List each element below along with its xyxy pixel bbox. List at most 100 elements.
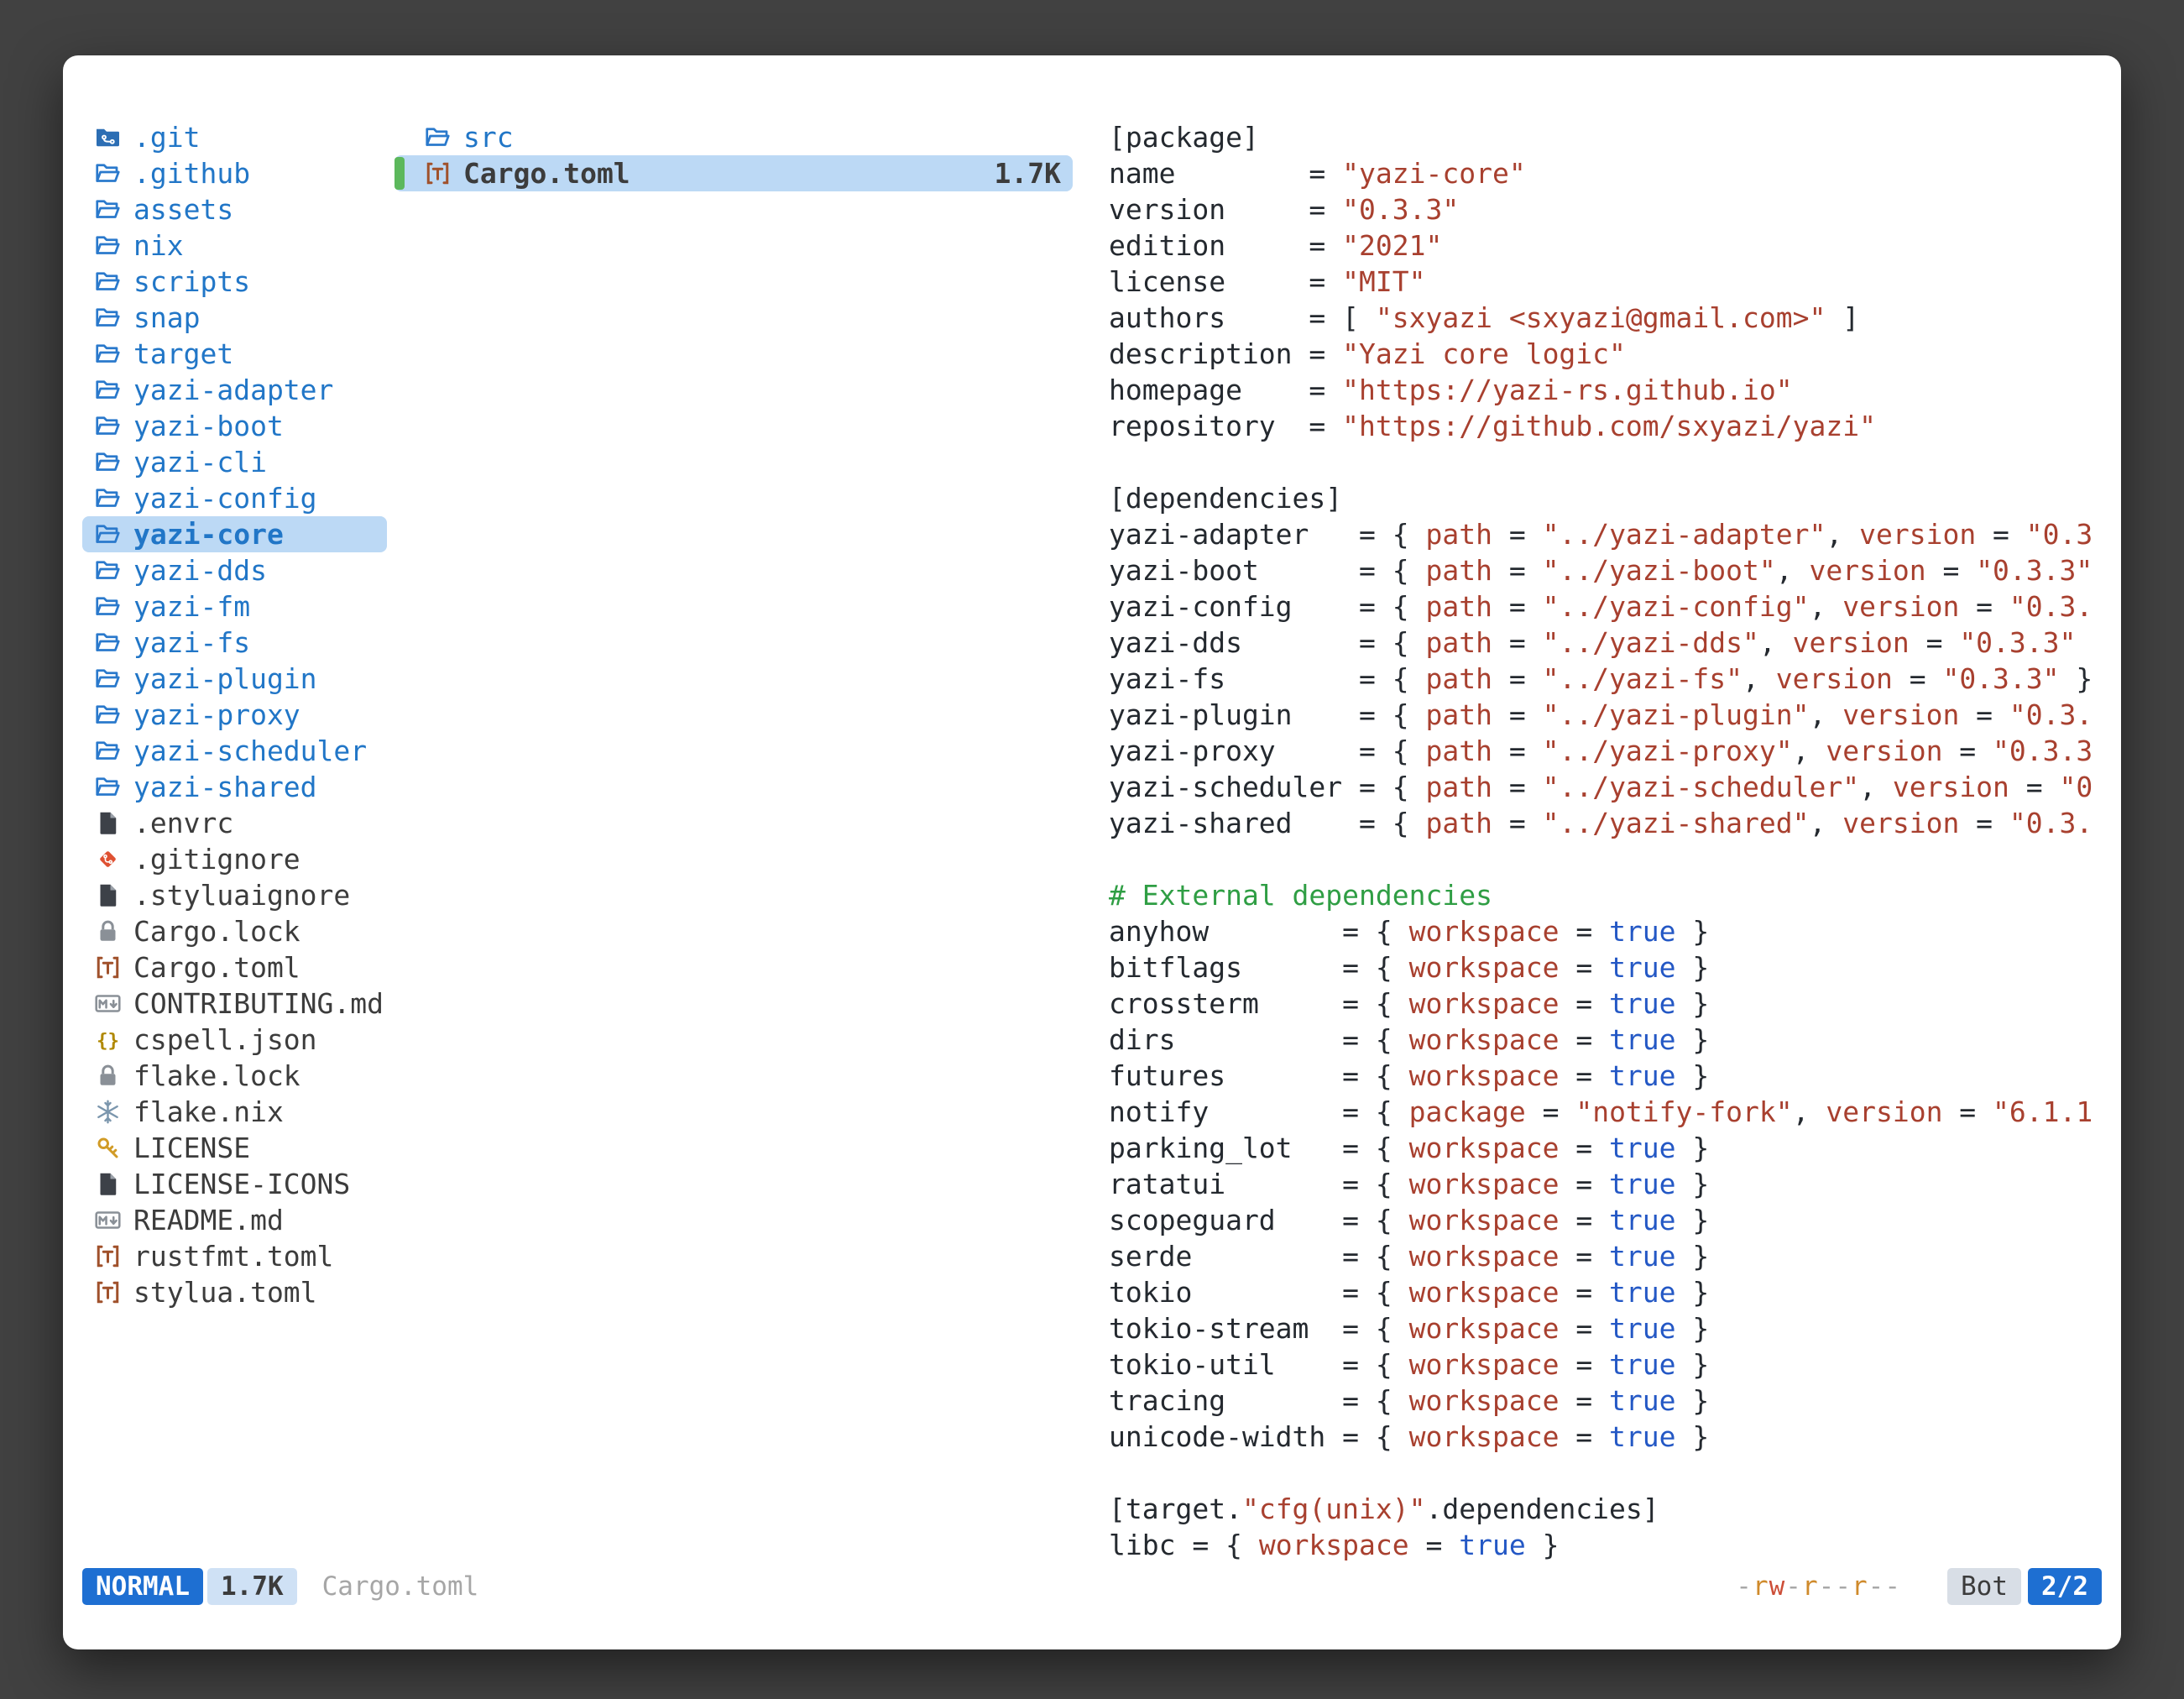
file-name: yazi-proxy: [133, 697, 300, 733]
file-size: 1.7K: [995, 155, 1073, 191]
preview-line: anyhow = { workspace = true }: [1109, 913, 2102, 949]
permissions-text: -rw-r--r--: [1736, 1567, 1901, 1606]
file-row-Cargo.toml[interactable]: Cargo.toml 1.7K: [394, 155, 1073, 191]
preview-line: yazi-plugin = { path = "../yazi-plugin",…: [1109, 697, 2102, 733]
file-name: yazi-shared: [133, 769, 317, 805]
file-name: yazi-core: [133, 516, 284, 552]
file-row-.github[interactable]: .github: [82, 155, 387, 191]
preview-line: [1109, 444, 2102, 480]
file-row-snap[interactable]: snap: [82, 300, 387, 336]
file-name: LICENSE: [133, 1130, 250, 1166]
file-row-yazi-fs[interactable]: yazi-fs: [82, 625, 387, 661]
toml-icon: [92, 953, 123, 983]
file-row-LICENSE-ICONS[interactable]: LICENSE-ICONS: [82, 1166, 387, 1202]
file-row-nix[interactable]: nix: [82, 227, 387, 264]
file-row-.envrc[interactable]: .envrc: [82, 805, 387, 841]
preview-line: yazi-adapter = { path = "../yazi-adapter…: [1109, 516, 2102, 552]
file-row-rustfmt.toml[interactable]: rustfmt.toml: [82, 1238, 387, 1274]
file-row-yazi-adapter[interactable]: yazi-adapter: [82, 372, 387, 408]
file-name: yazi-adapter: [133, 372, 333, 408]
file-row-yazi-config[interactable]: yazi-config: [82, 480, 387, 516]
folder-icon: [92, 267, 123, 297]
preview-line: [package]: [1109, 119, 2102, 155]
file-row-CONTRIBUTING.md[interactable]: CONTRIBUTING.md: [82, 985, 387, 1022]
file-icon: [92, 1169, 123, 1200]
file-row-yazi-plugin[interactable]: yazi-plugin: [82, 661, 387, 697]
file-row-src[interactable]: src: [394, 119, 1073, 155]
file-name: Cargo.lock: [133, 913, 300, 949]
file-row-README.md[interactable]: README.md: [82, 1202, 387, 1238]
preview-line: homepage = "https://yazi-rs.github.io": [1109, 372, 2102, 408]
file-name: Cargo.toml: [463, 155, 630, 191]
file-name: yazi-dds: [133, 552, 267, 588]
scroll-position-chip: Bot: [1947, 1568, 2021, 1605]
file-name: .gitignore: [133, 841, 300, 877]
file-name: yazi-plugin: [133, 661, 317, 697]
file-name: scripts: [133, 264, 250, 300]
key-icon: [92, 1133, 123, 1163]
toml-icon: [422, 159, 452, 189]
file-row-yazi-boot[interactable]: yazi-boot: [82, 408, 387, 444]
folder-icon: [422, 123, 452, 153]
git-folder-icon: [92, 123, 123, 153]
file-row-Cargo.toml[interactable]: Cargo.toml: [82, 949, 387, 985]
file-row-LICENSE[interactable]: LICENSE: [82, 1130, 387, 1166]
file-row-.git[interactable]: .git: [82, 119, 387, 155]
preview-line: ratatui = { workspace = true }: [1109, 1166, 2102, 1202]
file-row-cspell.json[interactable]: {}cspell.json: [82, 1022, 387, 1058]
file-name: Cargo.toml: [133, 949, 300, 985]
folder-icon: [92, 556, 123, 586]
file-name: yazi-scheduler: [133, 733, 367, 769]
preview-line: crossterm = { workspace = true }: [1109, 985, 2102, 1022]
preview-line: [target."cfg(unix)".dependencies]: [1109, 1491, 2102, 1527]
folder-icon: [92, 447, 123, 478]
folder-icon: [92, 772, 123, 802]
file-name: .envrc: [133, 805, 233, 841]
file-name: yazi-fm: [133, 588, 250, 625]
preview-line: bitflags = { workspace = true }: [1109, 949, 2102, 985]
file-row-flake.lock[interactable]: flake.lock: [82, 1058, 387, 1094]
file-row-scripts[interactable]: scripts: [82, 264, 387, 300]
file-row-.gitignore[interactable]: .gitignore: [82, 841, 387, 877]
file-row-yazi-shared[interactable]: yazi-shared: [82, 769, 387, 805]
preview-line: tracing = { workspace = true }: [1109, 1383, 2102, 1419]
file-row-yazi-proxy[interactable]: yazi-proxy: [82, 697, 387, 733]
folder-icon: [92, 700, 123, 730]
preview-line: dirs = { workspace = true }: [1109, 1022, 2102, 1058]
file-row-assets[interactable]: assets: [82, 191, 387, 227]
folder-icon: [92, 159, 123, 189]
file-name: .git: [133, 119, 200, 155]
file-row-yazi-cli[interactable]: yazi-cli: [82, 444, 387, 480]
folder-icon: [92, 592, 123, 622]
file-row-target[interactable]: target: [82, 336, 387, 372]
file-name: flake.lock: [133, 1058, 300, 1094]
preview-line: yazi-shared = { path = "../yazi-shared",…: [1109, 805, 2102, 841]
file-name: snap: [133, 300, 200, 336]
parent-pane: .git.githubassetsnixscriptssnaptargetyaz…: [82, 119, 387, 1567]
current-pane: srcCargo.toml 1.7K: [394, 119, 1073, 1567]
file-row-yazi-fm[interactable]: yazi-fm: [82, 588, 387, 625]
preview-line: version = "0.3.3": [1109, 191, 2102, 227]
file-row-flake.nix[interactable]: flake.nix: [82, 1094, 387, 1130]
file-row-yazi-core[interactable]: yazi-core: [82, 516, 387, 552]
preview-line: yazi-proxy = { path = "../yazi-proxy", v…: [1109, 733, 2102, 769]
file-row-yazi-dds[interactable]: yazi-dds: [82, 552, 387, 588]
preview-line: [1109, 841, 2102, 877]
file-row-yazi-scheduler[interactable]: yazi-scheduler: [82, 733, 387, 769]
file-manager-panes: .git.githubassetsnixscriptssnaptargetyaz…: [82, 119, 2102, 1567]
file-name: yazi-boot: [133, 408, 284, 444]
selection-marker: [394, 157, 405, 190]
preview-line: futures = { workspace = true }: [1109, 1058, 2102, 1094]
file-row-Cargo.lock[interactable]: Cargo.lock: [82, 913, 387, 949]
preview-line: edition = "2021": [1109, 227, 2102, 264]
folder-icon: [92, 520, 123, 550]
file-size-chip: 1.7K: [207, 1568, 297, 1605]
preview-line: tokio-stream = { workspace = true }: [1109, 1310, 2102, 1346]
file-row-.styluaignore[interactable]: .styluaignore: [82, 877, 387, 913]
preview-line: serde = { workspace = true }: [1109, 1238, 2102, 1274]
preview-line: yazi-scheduler = { path = "../yazi-sched…: [1109, 769, 2102, 805]
preview-line: tokio = { workspace = true }: [1109, 1274, 2102, 1310]
preview-line: unicode-width = { workspace = true }: [1109, 1419, 2102, 1455]
file-row-stylua.toml[interactable]: stylua.toml: [82, 1274, 387, 1310]
preview-line: libc = { workspace = true }: [1109, 1527, 2102, 1563]
